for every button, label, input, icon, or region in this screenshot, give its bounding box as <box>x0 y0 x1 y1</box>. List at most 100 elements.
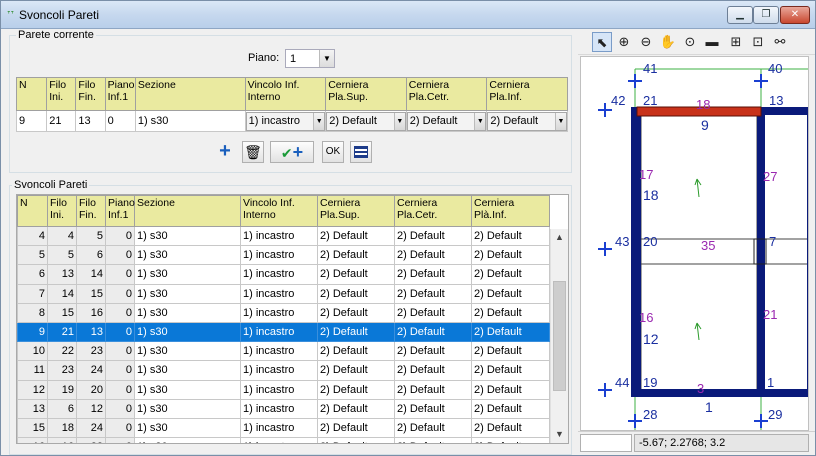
cell-cerniera-sup[interactable]: 2) Default <box>317 225 395 247</box>
cell-vincolo[interactable]: 1) incastro <box>240 360 318 381</box>
cell-filo-fin[interactable]: 22 <box>76 437 106 443</box>
table-row[interactable]: 15 18 24 0 1) s30 1) incastro 2) Default 2) Def… <box>17 417 550 439</box>
cern-cetr-dropdown[interactable]: 2) Default ▼ <box>407 111 486 131</box>
table-row[interactable]: 13 6 12 0 1) s30 1) incastro 2) Default 2) Defa… <box>17 398 550 419</box>
scroll-thumb[interactable] <box>553 281 566 391</box>
cell-vincolo[interactable]: 1) incastro <box>240 341 318 362</box>
cell-cerniera-sup[interactable]: 2) Default <box>317 379 395 400</box>
cell-n[interactable]: 10 <box>17 341 48 362</box>
cell-cerniera-cetr[interactable]: 2) Default <box>394 341 472 362</box>
cell-cerniera-inf[interactable]: 2) Default <box>471 341 550 362</box>
cell-n[interactable]: 4 <box>17 225 48 247</box>
wall-middle[interactable] <box>757 107 765 397</box>
cell-cerniera-sup[interactable]: 2) Default <box>317 417 395 439</box>
cell-cerniera-inf[interactable]: 2) Default <box>471 360 550 381</box>
table-row[interactable]: 6 13 14 0 1) s30 1) incastro 2) Default 2) Defa… <box>17 264 550 285</box>
cell-filo-ini[interactable]: 6 <box>47 398 77 419</box>
wall-left[interactable] <box>631 107 641 397</box>
scroll-up-icon[interactable]: ▲ <box>551 229 568 246</box>
cell-cerniera-inf[interactable]: 2) Default <box>471 398 550 419</box>
cell-vincolo[interactable]: 1) incastro <box>240 417 318 439</box>
table-row[interactable]: 5 5 6 0 1) s30 1) incastro 2) Default 2) Defaul… <box>17 245 550 266</box>
list-header-piano[interactable]: Piano Inf.1 <box>105 195 135 227</box>
cell-cerniera-sup[interactable]: 2) Default <box>317 341 395 362</box>
wall-bottom[interactable] <box>641 389 809 397</box>
cell-cerniera-cetr[interactable]: 2) Default <box>394 417 472 439</box>
zoom-out-icon[interactable]: ⊖ <box>636 32 656 52</box>
cell-cerniera-inf[interactable]: 2) Default <box>471 437 550 443</box>
table-row[interactable]: 8 15 16 0 1) s30 1) incastro 2) Default 2) Defa… <box>17 302 550 323</box>
cell-cerniera-sup[interactable]: 2) Default <box>317 437 395 443</box>
more-icon[interactable]: ⚯ <box>770 32 790 52</box>
piano-select[interactable]: 1 ▼ <box>285 49 335 68</box>
cell-cerniera-inf[interactable]: 2) Default <box>471 264 550 285</box>
table-row[interactable]: 16162201) s301) incastro2) Default2) Def… <box>17 437 550 443</box>
cell-cerniera-cetr[interactable]: 2) Default <box>394 302 472 323</box>
cern-cetr-dropdown-cell[interactable]: 2) Default ▼ <box>405 110 488 132</box>
pointer-icon[interactable]: ⬉ <box>592 32 612 52</box>
vertical-scrollbar[interactable]: ▲ ▼ <box>550 229 568 443</box>
cern-inf-dropdown-cell[interactable]: 2) Default ▼ <box>486 110 568 132</box>
cell-cerniera-cetr[interactable]: 2) Default <box>394 283 472 304</box>
cell-filo-fin[interactable]: 14 <box>76 264 106 285</box>
cell-cerniera-cetr[interactable]: 2) Default <box>394 321 472 343</box>
vincolo-dropdown-cell[interactable]: 1) incastro ▼ <box>244 110 327 132</box>
cell-vincolo[interactable]: 1) incastro <box>240 283 318 304</box>
list-header-n[interactable]: N <box>17 195 48 227</box>
cell-vincolo[interactable]: 1) incastro <box>240 302 318 323</box>
cell-piano[interactable]: 0 <box>105 341 135 362</box>
wall-top-right[interactable] <box>765 107 809 115</box>
cern-inf-dropdown[interactable]: 2) Default ▼ <box>487 111 567 131</box>
cell-cerniera-sup[interactable]: 2) Default <box>317 398 395 419</box>
cell-filo-fin[interactable]: 20 <box>76 379 106 400</box>
cell-piano[interactable]: 0 <box>105 417 135 439</box>
cell-sezione[interactable]: 1) s30 <box>134 264 241 285</box>
cell-filo-fin[interactable]: 12 <box>76 398 106 419</box>
fit-icon[interactable]: ⊡ <box>748 32 768 52</box>
wall-list[interactable]: N Filo Ini. Filo Fin. Piano Inf.1 Sezion… <box>16 194 569 444</box>
pan-icon[interactable]: ✋ <box>658 32 678 52</box>
cell-filo-ini[interactable]: 22 <box>47 341 77 362</box>
cell-filo-fin[interactable]: 6 <box>76 245 106 266</box>
cell-n[interactable]: 9 <box>15 110 48 132</box>
cell-cerniera-cetr[interactable]: 2) Default <box>394 379 472 400</box>
cell-n[interactable]: 5 <box>17 245 48 266</box>
cell-cerniera-inf[interactable]: 2) Default <box>471 417 550 439</box>
cell-vincolo[interactable]: 1) incastro <box>240 264 318 285</box>
list-view-button[interactable] <box>350 141 372 163</box>
table-row[interactable]: 12 19 20 0 1) s30 1) incastro 2) Default 2) Def… <box>17 379 550 400</box>
vincolo-dropdown[interactable]: 1) incastro ▼ <box>246 111 325 131</box>
cell-sezione[interactable]: 1) s30 <box>134 110 246 132</box>
cell-vincolo[interactable]: 1) incastro <box>240 379 318 400</box>
maximize-button[interactable]: ❐ <box>753 6 779 24</box>
cell-sezione[interactable]: 1) s30 <box>134 417 241 439</box>
list-header-filo-ini[interactable]: Filo Ini. <box>47 195 77 227</box>
cell-piano[interactable]: 0 <box>105 264 135 285</box>
cern-sup-dropdown-cell[interactable]: 2) Default ▼ <box>325 110 407 132</box>
cell-filo-ini[interactable]: 19 <box>47 379 77 400</box>
cell-cerniera-cetr[interactable]: 2) Default <box>394 264 472 285</box>
cell-filo-ini[interactable]: 14 <box>47 283 77 304</box>
cell-n[interactable]: 13 <box>17 398 48 419</box>
cell-sezione[interactable]: 1) s30 <box>134 283 241 304</box>
cell-n[interactable]: 11 <box>17 360 48 381</box>
zoom-window-icon[interactable]: ⊙ <box>680 32 700 52</box>
zoom-all-icon[interactable]: ⊞ <box>726 32 746 52</box>
cell-cerniera-inf[interactable]: 2) Default <box>471 321 550 343</box>
cell-cerniera-cetr[interactable]: 2) Default <box>394 225 472 247</box>
cell-filo-fin[interactable]: 13 <box>75 110 106 132</box>
cell-sezione[interactable]: 1) s30 <box>134 225 241 247</box>
list-header-cerniera-sup[interactable]: Cerniera Pla.Sup. <box>317 195 395 227</box>
confirm-add-button[interactable]: ✔+ <box>270 141 314 163</box>
ok-button[interactable]: OK <box>322 141 344 163</box>
cell-cerniera-sup[interactable]: 2) Default <box>317 360 395 381</box>
cell-cerniera-inf[interactable]: 2) Default <box>471 283 550 304</box>
cell-piano[interactable]: 0 <box>105 437 135 443</box>
cell-filo-ini[interactable]: 23 <box>47 360 77 381</box>
cell-sezione[interactable]: 1) s30 <box>134 360 241 381</box>
cell-filo-fin[interactable]: 24 <box>76 360 106 381</box>
cern-sup-dropdown[interactable]: 2) Default ▼ <box>326 111 406 131</box>
cell-sezione[interactable]: 1) s30 <box>134 398 241 419</box>
minimize-button[interactable]: ▁ <box>727 6 753 24</box>
cell-cerniera-sup[interactable]: 2) Default <box>317 245 395 266</box>
